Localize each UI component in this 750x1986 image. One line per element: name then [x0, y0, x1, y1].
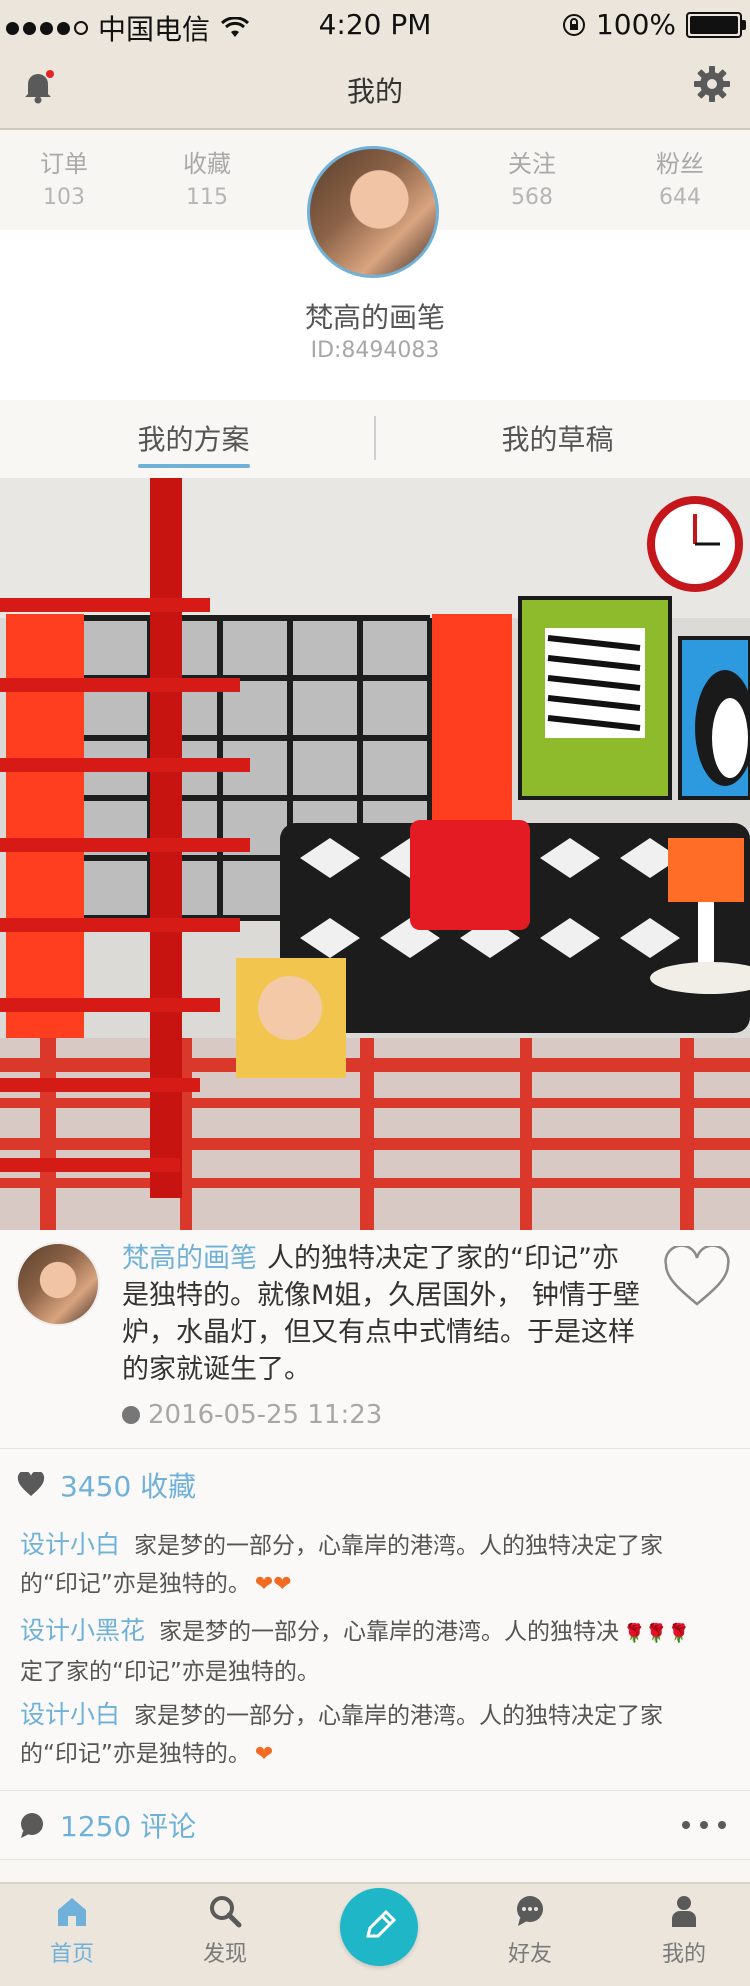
tab-friends[interactable]: 好友 — [470, 1894, 590, 1968]
favorites-bar[interactable]: 3450 收藏 — [0, 1448, 750, 1518]
comment-user[interactable]: 设计小白 — [20, 1530, 120, 1559]
comments-list: 设计小白 家是梦的一部分，心靠岸的港湾。人的独特决定了家的“印记”亦是独特的。 ❤❤… — [0, 1516, 750, 1790]
tab-label: 我的草稿 — [501, 423, 614, 456]
pencil-icon — [366, 1909, 397, 1938]
more-options-icon[interactable] — [682, 1821, 726, 1829]
profile-tabs: 我的方案 我的草稿 — [0, 400, 750, 478]
post-card: 梵高的画笔 人的独特决定了家的“印记”亦是独特的。就像M姐，久居国外， 钟情于壁炉… — [0, 1230, 750, 1448]
comment-bubble-icon — [21, 1813, 43, 1838]
nav-bar: 我的 — [0, 52, 750, 130]
tab-home[interactable]: 首页 — [12, 1894, 132, 1968]
tab-my-plans[interactable]: 我的方案 — [6, 418, 381, 468]
stat-value: 568 — [511, 185, 553, 210]
post-timestamp: 2016-05-25 11:23 — [122, 1400, 382, 1430]
post-author-name[interactable]: 梵高的画笔 — [122, 1243, 257, 1274]
stat-label: 关注 — [508, 150, 556, 178]
stat-orders[interactable]: 订单 103 — [4, 144, 124, 210]
tab-label: 首页 — [49, 1942, 94, 1967]
post-time-text: 2016-05-25 11:23 — [148, 1400, 383, 1430]
comment-text: 家是梦的一部分，心靠岸的港湾。人的独特决 — [159, 1619, 620, 1645]
stat-followers[interactable]: 粉丝 644 — [620, 144, 740, 210]
favorites-count: 3450 收藏 — [60, 1470, 197, 1503]
comment-user[interactable]: 设计小白 — [20, 1700, 120, 1729]
profile-user-id: ID:8494083 — [310, 338, 440, 363]
profile-avatar[interactable] — [307, 146, 439, 278]
tab-label: 我的 — [661, 1942, 706, 1967]
comment-text-continued: 定了家的“印记”亦是独特的。 — [20, 1659, 320, 1685]
room-illustration — [0, 478, 750, 1230]
post-hero-image[interactable] — [0, 478, 750, 1230]
comment-item[interactable]: 设计小白 家是梦的一部分，心靠岸的港湾。人的独特决定了家的“印记”亦是独特的。 ❤❤ — [20, 1526, 720, 1604]
tab-label: 好友 — [507, 1942, 552, 1967]
settings-gear-icon[interactable] — [690, 62, 734, 106]
compose-button[interactable] — [340, 1888, 418, 1966]
profile-username: 梵高的画笔 — [304, 301, 445, 334]
tab-active-indicator — [137, 464, 250, 468]
battery-icon — [686, 11, 746, 38]
user-icon — [672, 1896, 696, 1927]
comment-user[interactable]: 设计小黑花 — [20, 1616, 145, 1645]
stat-value: 103 — [43, 185, 85, 210]
rose-emoji: 🌹🌹🌹 — [623, 1623, 691, 1644]
stat-label: 粉丝 — [656, 150, 704, 178]
search-icon — [210, 1896, 242, 1928]
stat-value: 644 — [659, 185, 701, 210]
clock-icon — [122, 1406, 140, 1424]
heart-emoji: ❤❤ — [254, 1572, 292, 1597]
status-right: 100% — [562, 8, 746, 41]
stat-value: 115 — [186, 185, 228, 210]
heart-icon — [17, 1472, 45, 1496]
page-title: 我的 — [346, 75, 403, 108]
tab-discover[interactable]: 发现 — [165, 1894, 285, 1968]
comment-item[interactable]: 设计小黑花 家是梦的一部分，心靠岸的港湾。人的独特决 🌹🌹🌹 定了家的“印记”亦是独… — [20, 1612, 720, 1691]
rotation-lock-icon — [562, 13, 585, 36]
favorite-heart-icon[interactable] — [660, 1246, 734, 1310]
stat-favorites[interactable]: 收藏 115 — [147, 144, 267, 210]
stat-label: 收藏 — [183, 150, 231, 178]
tab-me[interactable]: 我的 — [624, 1894, 744, 1968]
stat-following[interactable]: 关注 568 — [472, 144, 592, 210]
tab-my-drafts[interactable]: 我的草稿 — [370, 418, 745, 458]
battery-percent: 100% — [595, 8, 676, 41]
tab-label: 我的方案 — [137, 423, 250, 456]
post-body: 梵高的画笔 人的独特决定了家的“印记”亦是独特的。就像M姐，久居国外， 钟情于壁炉… — [122, 1240, 642, 1388]
status-bar: 中国电信 4:20 PM 100% — [0, 0, 750, 52]
comments-count: 1250 评论 — [60, 1810, 197, 1843]
heart-emoji: ❤ — [254, 1742, 274, 1767]
post-author-avatar[interactable] — [16, 1242, 100, 1326]
stat-label: 订单 — [40, 150, 88, 178]
comments-bar[interactable]: 1250 评论 — [0, 1790, 750, 1860]
home-icon — [58, 1898, 86, 1926]
tab-label: 发现 — [202, 1942, 247, 1967]
comment-item[interactable]: 设计小白 家是梦的一部分，心靠岸的港湾。人的独特决定了家的“印记”亦是独特的。 ❤ — [20, 1696, 720, 1774]
chat-icon — [517, 1896, 543, 1926]
